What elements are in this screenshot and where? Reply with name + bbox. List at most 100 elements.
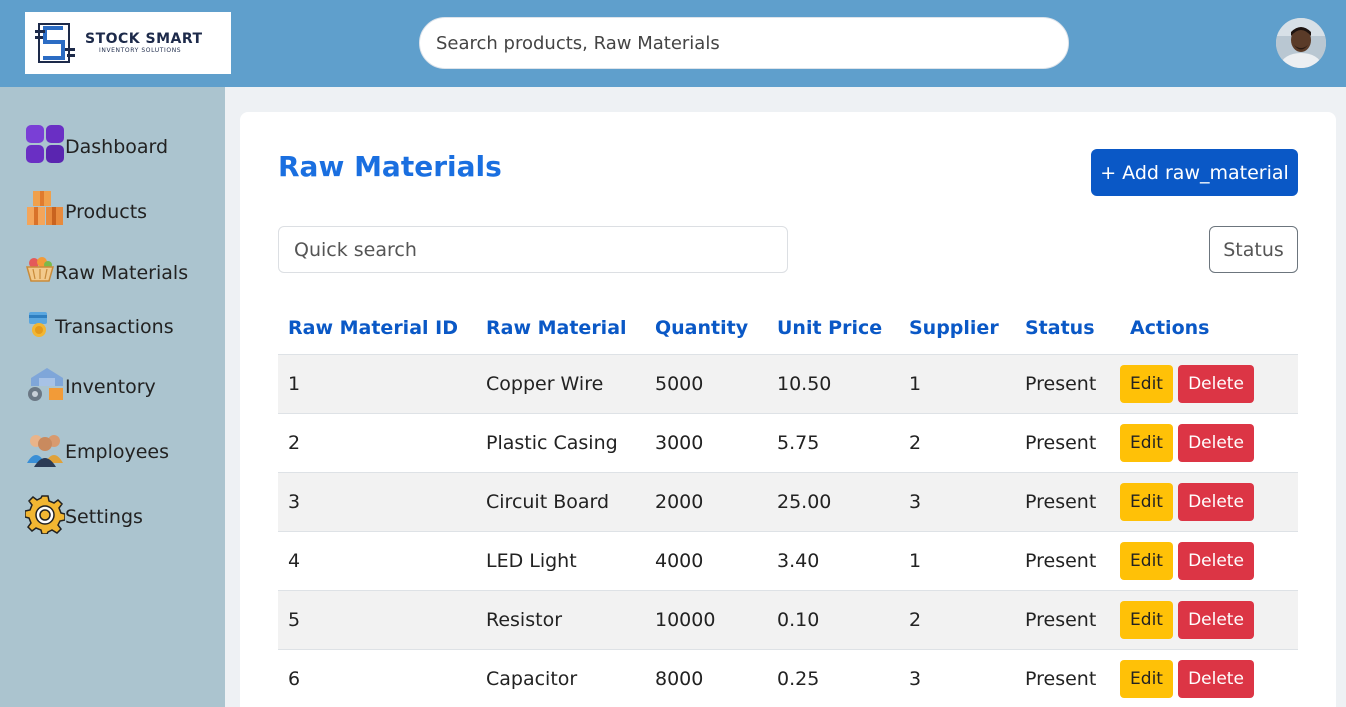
edit-button[interactable]: Edit xyxy=(1120,541,1173,580)
dashboard-icon xyxy=(25,124,65,169)
cell-id: 4 xyxy=(278,531,476,591)
cell-quantity: 5000 xyxy=(645,354,767,414)
cell-status: Present xyxy=(1015,531,1120,591)
delete-button[interactable]: Delete xyxy=(1178,541,1254,580)
edit-button[interactable]: Edit xyxy=(1120,423,1173,462)
cell-unit-price: 10.50 xyxy=(767,354,899,414)
app-logo[interactable]: STOCK SMART INVENTORY SOLUTIONS xyxy=(25,12,231,74)
sidebar-item-label: Employees xyxy=(65,440,169,463)
user-avatar[interactable] xyxy=(1276,18,1326,68)
sidebar-item-label: Dashboard xyxy=(65,135,169,158)
cell-actions: Edit Delete xyxy=(1120,649,1298,707)
column-header-id[interactable]: Raw Material ID xyxy=(278,303,476,355)
cell-quantity: 3000 xyxy=(645,413,767,473)
cell-raw-material: Plastic Casing xyxy=(476,413,645,473)
cell-actions: Edit Delete xyxy=(1120,354,1298,414)
sidebar-item-label: Products xyxy=(65,200,148,223)
cell-id: 1 xyxy=(278,354,476,414)
sidebar-item-label: Transactions xyxy=(55,315,174,338)
cell-raw-material: Capacitor xyxy=(476,649,645,707)
cell-supplier: 1 xyxy=(899,531,1015,591)
edit-button[interactable]: Edit xyxy=(1120,482,1173,521)
table-row: 5 Resistor 10000 0.10 2 Present Edit Dele… xyxy=(278,590,1298,650)
basket-icon xyxy=(25,255,55,290)
cell-unit-price: 5.75 xyxy=(767,413,899,473)
sidebar-item-label: Raw Materials xyxy=(55,261,189,284)
raw-materials-table: Raw Material ID Raw Material Quantity Un… xyxy=(278,303,1298,707)
boxes-icon xyxy=(25,189,65,234)
cell-raw-material: LED Light xyxy=(476,531,645,591)
logo-tagline: INVENTORY SOLUTIONS xyxy=(99,47,182,54)
cell-status: Present xyxy=(1015,413,1120,473)
cell-status: Present xyxy=(1015,649,1120,707)
table-header-row: Raw Material ID Raw Material Quantity Un… xyxy=(278,303,1298,355)
cell-actions: Edit Delete xyxy=(1120,531,1298,591)
add-raw-material-button[interactable]: + Add raw_material xyxy=(1091,149,1298,196)
cell-unit-price: 0.25 xyxy=(767,649,899,707)
coins-icon xyxy=(25,309,55,344)
raw-materials-panel: Raw Materials + Add raw_material Status … xyxy=(240,112,1336,707)
cell-quantity: 8000 xyxy=(645,649,767,707)
cell-supplier: 1 xyxy=(899,354,1015,414)
cell-supplier: 3 xyxy=(899,649,1015,707)
cell-raw-material: Circuit Board xyxy=(476,472,645,532)
quick-search-input[interactable] xyxy=(278,226,788,273)
table-row: 1 Copper Wire 5000 10.50 1 Present Edit D… xyxy=(278,354,1298,414)
sidebar-item-inventory[interactable]: Inventory xyxy=(25,364,156,409)
delete-button[interactable]: Delete xyxy=(1178,659,1254,698)
sidebar-item-transactions[interactable]: Transactions xyxy=(25,309,174,344)
status-filter-button[interactable]: Status xyxy=(1209,226,1298,273)
cell-quantity: 4000 xyxy=(645,531,767,591)
cell-quantity: 2000 xyxy=(645,472,767,532)
sidebar-item-employees[interactable]: Employees xyxy=(25,429,169,474)
global-search-input[interactable] xyxy=(419,17,1069,69)
logo-mark-icon xyxy=(33,20,79,66)
cell-raw-material: Copper Wire xyxy=(476,354,645,414)
edit-button[interactable]: Edit xyxy=(1120,364,1173,403)
cell-actions: Edit Delete xyxy=(1120,413,1298,473)
table-row: 4 LED Light 4000 3.40 1 Present Edit Dele… xyxy=(278,531,1298,591)
cell-id: 6 xyxy=(278,649,476,707)
sidebar-item-label: Settings xyxy=(65,505,143,528)
table-row: 2 Plastic Casing 3000 5.75 2 Present Edi… xyxy=(278,413,1298,473)
cell-supplier: 3 xyxy=(899,472,1015,532)
sidebar-item-label: Inventory xyxy=(65,375,156,398)
cell-raw-material: Resistor xyxy=(476,590,645,650)
sidebar-item-dashboard[interactable]: Dashboard xyxy=(25,124,168,169)
delete-button[interactable]: Delete xyxy=(1178,482,1254,521)
page-title: Raw Materials xyxy=(278,150,502,183)
cell-actions: Edit Delete xyxy=(1120,472,1298,532)
table-row: 3 Circuit Board 2000 25.00 3 Present Edi… xyxy=(278,472,1298,532)
sidebar-item-settings[interactable]: Settings xyxy=(24,494,143,539)
cell-id: 2 xyxy=(278,413,476,473)
column-header-raw-material[interactable]: Raw Material xyxy=(476,303,645,355)
warehouse-icon xyxy=(25,364,65,409)
delete-button[interactable]: Delete xyxy=(1178,423,1254,462)
cell-id: 5 xyxy=(278,590,476,650)
logo-name: STOCK SMART xyxy=(85,31,203,47)
cell-actions: Edit Delete xyxy=(1120,590,1298,650)
column-header-unit-price[interactable]: Unit Price xyxy=(767,303,899,355)
cell-unit-price: 0.10 xyxy=(767,590,899,650)
cell-supplier: 2 xyxy=(899,590,1015,650)
column-header-quantity[interactable]: Quantity xyxy=(645,303,767,355)
cell-status: Present xyxy=(1015,472,1120,532)
edit-button[interactable]: Edit xyxy=(1120,659,1173,698)
cell-status: Present xyxy=(1015,354,1120,414)
column-header-actions: Actions xyxy=(1120,303,1298,355)
cell-unit-price: 3.40 xyxy=(767,531,899,591)
cell-supplier: 2 xyxy=(899,413,1015,473)
column-header-supplier[interactable]: Supplier xyxy=(899,303,1015,355)
gear-icon xyxy=(24,494,66,539)
delete-button[interactable]: Delete xyxy=(1178,600,1254,639)
cell-quantity: 10000 xyxy=(645,590,767,650)
sidebar-item-products[interactable]: Products xyxy=(25,189,147,234)
top-bar: STOCK SMART INVENTORY SOLUTIONS xyxy=(0,0,1346,87)
cell-status: Present xyxy=(1015,590,1120,650)
delete-button[interactable]: Delete xyxy=(1178,364,1254,403)
sidebar-item-raw-materials[interactable]: Raw Materials xyxy=(25,255,188,290)
table-row: 6 Capacitor 8000 0.25 3 Present Edit Dele… xyxy=(278,649,1298,707)
column-header-status[interactable]: Status xyxy=(1015,303,1120,355)
people-icon xyxy=(25,429,65,474)
edit-button[interactable]: Edit xyxy=(1120,600,1173,639)
